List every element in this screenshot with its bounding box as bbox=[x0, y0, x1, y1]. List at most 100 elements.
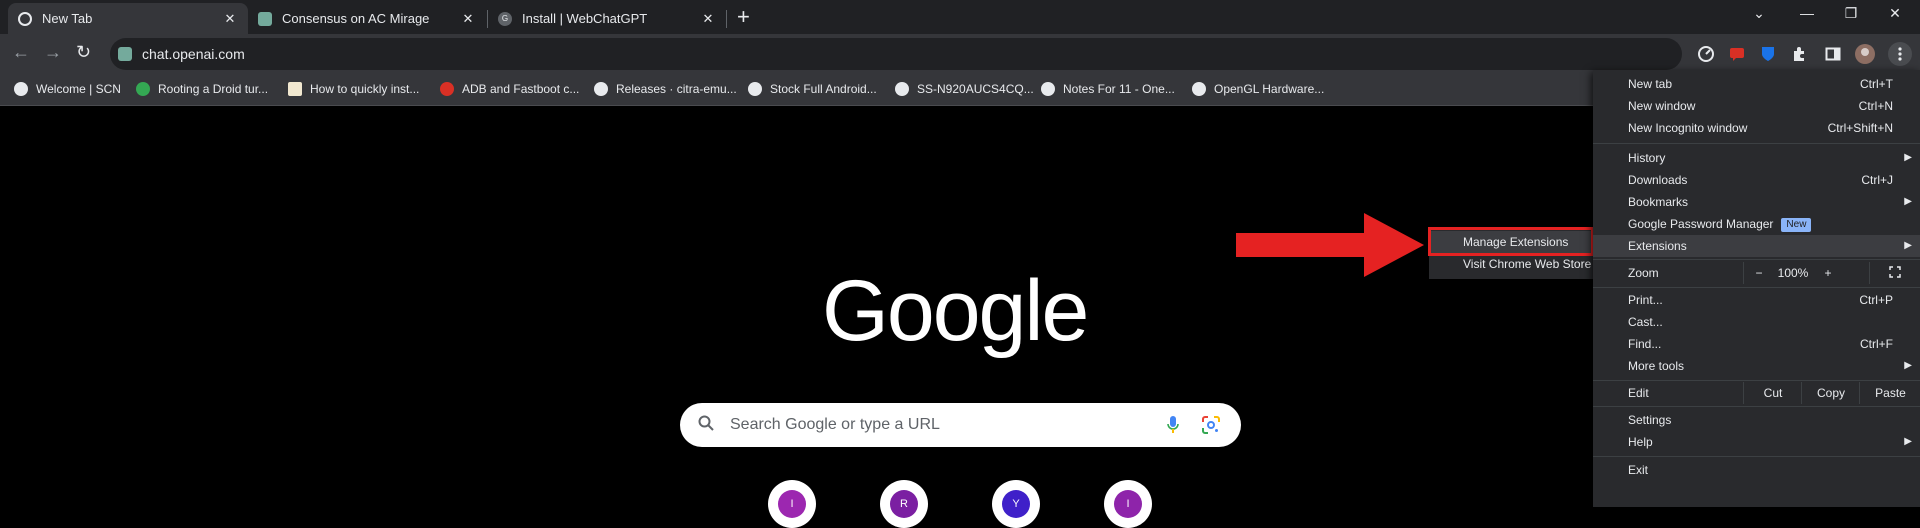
menu-item-password-manager[interactable]: Google Password Manager New bbox=[1593, 213, 1920, 235]
bookmark-item[interactable]: OpenGL Hardware... bbox=[1192, 82, 1324, 96]
menu-label: Extensions bbox=[1628, 239, 1687, 253]
tab-divider bbox=[726, 10, 727, 28]
toolbar: ← → ↻ chat.openai.com bbox=[0, 34, 1920, 75]
google-search-box[interactable] bbox=[680, 403, 1241, 447]
chrome-main-menu: New tab Ctrl+T New window Ctrl+N New Incog… bbox=[1593, 70, 1920, 507]
site-icon bbox=[118, 47, 132, 61]
menu-divider bbox=[1593, 456, 1920, 457]
tab-search-icon[interactable]: ⌄ bbox=[1744, 5, 1774, 22]
shortcut-tile[interactable]: R bbox=[880, 480, 928, 528]
reload-button[interactable]: ↻ bbox=[76, 43, 91, 61]
forward-button[interactable]: → bbox=[44, 43, 62, 61]
menu-label: Downloads bbox=[1628, 173, 1688, 187]
close-window-button[interactable]: ✕ bbox=[1880, 5, 1910, 22]
chrome-icon bbox=[18, 11, 32, 26]
menu-item-downloads[interactable]: Downloads Ctrl+J bbox=[1593, 169, 1920, 191]
tab-title: New Tab bbox=[42, 11, 93, 26]
address-bar[interactable]: chat.openai.com bbox=[110, 38, 1682, 70]
tab-install-webchatgpt[interactable]: G Install | WebChatGPT ✕ bbox=[488, 3, 726, 34]
globe-icon bbox=[895, 82, 909, 96]
chevron-right-icon: ▶ bbox=[1904, 196, 1912, 207]
shortcut-letter: Y bbox=[1002, 490, 1030, 518]
bookmark-label: SS-N920AUCS4CQ... bbox=[917, 82, 1034, 96]
new-tab-button[interactable]: + bbox=[737, 6, 750, 28]
close-icon[interactable]: ✕ bbox=[700, 11, 716, 27]
menu-item-bookmarks[interactable]: Bookmarks ▶ bbox=[1593, 191, 1920, 213]
side-panel-icon[interactable] bbox=[1823, 44, 1843, 64]
bookmark-item[interactable]: SS-N920AUCS4CQ... bbox=[895, 82, 1034, 96]
annotation-highlight-box bbox=[1428, 227, 1594, 256]
speed-icon[interactable] bbox=[1696, 44, 1716, 64]
bookmark-label: Notes For 11 - One... bbox=[1063, 82, 1175, 96]
close-icon[interactable]: ✕ bbox=[222, 11, 238, 27]
shortcut-letter: R bbox=[890, 490, 918, 518]
globe-icon bbox=[594, 82, 608, 96]
search-icon bbox=[698, 415, 714, 436]
menu-divider bbox=[1593, 406, 1920, 407]
menu-divider bbox=[1593, 380, 1920, 381]
bookmark-item[interactable]: Rooting a Droid tur... bbox=[136, 82, 268, 96]
menu-label: More tools bbox=[1628, 359, 1685, 373]
menu-label: Help bbox=[1628, 435, 1653, 449]
menu-item-edit: Edit Cut Copy Paste bbox=[1593, 382, 1920, 404]
close-icon[interactable]: ✕ bbox=[460, 11, 476, 27]
new-badge: New bbox=[1781, 218, 1812, 232]
chevron-right-icon: ▶ bbox=[1904, 152, 1912, 163]
tab-consensus[interactable]: Consensus on AC Mirage ✕ bbox=[248, 3, 486, 34]
restore-button[interactable]: ❐ bbox=[1836, 5, 1866, 22]
shortcut-tile[interactable]: I bbox=[768, 480, 816, 528]
menu-item-find[interactable]: Find... Ctrl+F bbox=[1593, 333, 1920, 355]
menu-item-settings[interactable]: Settings bbox=[1593, 409, 1920, 431]
bitwarden-icon[interactable] bbox=[1758, 44, 1778, 64]
globe-icon bbox=[1041, 82, 1055, 96]
menu-label: Cast... bbox=[1628, 315, 1663, 329]
bookmark-item[interactable]: How to quickly inst... bbox=[288, 82, 419, 96]
zoom-level: 100% bbox=[1777, 266, 1809, 280]
menu-item-history[interactable]: History ▶ bbox=[1593, 147, 1920, 169]
tab-new-tab[interactable]: New Tab ✕ bbox=[8, 3, 248, 34]
annotation-arrow-shaft bbox=[1236, 233, 1368, 257]
extensions-puzzle-icon[interactable] bbox=[1789, 44, 1809, 64]
microphone-icon[interactable] bbox=[1166, 415, 1180, 438]
bookmark-item[interactable]: Notes For 11 - One... bbox=[1041, 82, 1175, 96]
menu-item-exit[interactable]: Exit bbox=[1593, 459, 1920, 481]
profile-avatar[interactable] bbox=[1855, 44, 1875, 64]
menu-item-more-tools[interactable]: More tools ▶ bbox=[1593, 355, 1920, 377]
paste-button[interactable]: Paste bbox=[1859, 382, 1920, 404]
search-input[interactable] bbox=[728, 415, 1132, 435]
menu-item-new-window[interactable]: New window Ctrl+N bbox=[1593, 95, 1920, 117]
chevron-right-icon: ▶ bbox=[1904, 240, 1912, 251]
cut-button[interactable]: Cut bbox=[1743, 382, 1802, 404]
bookmark-item[interactable]: Welcome | SCN bbox=[14, 82, 121, 96]
menu-item-print[interactable]: Print... Ctrl+P bbox=[1593, 289, 1920, 311]
kebab-menu-icon[interactable] bbox=[1888, 42, 1912, 66]
menu-item-help[interactable]: Help ▶ bbox=[1593, 431, 1920, 453]
shortcut-tile[interactable]: Y bbox=[992, 480, 1040, 528]
zoom-out-button[interactable]: − bbox=[1743, 262, 1774, 284]
shortcut-tile[interactable]: I bbox=[1104, 480, 1152, 528]
feedback-extension-icon[interactable] bbox=[1727, 44, 1747, 64]
bookmark-item[interactable]: Releases · citra-emu... bbox=[594, 82, 737, 96]
tab-title: Install | WebChatGPT bbox=[522, 11, 648, 26]
menu-item-new-tab[interactable]: New tab Ctrl+T bbox=[1593, 73, 1920, 95]
minimize-button[interactable]: — bbox=[1792, 5, 1822, 21]
back-button[interactable]: ← bbox=[12, 43, 30, 61]
bookmark-item[interactable]: ADB and Fastboot c... bbox=[440, 82, 579, 96]
menu-label: Zoom bbox=[1628, 266, 1659, 280]
menu-item-cast[interactable]: Cast... bbox=[1593, 311, 1920, 333]
menu-item-incognito[interactable]: New Incognito window Ctrl+Shift+N bbox=[1593, 117, 1920, 139]
visit-web-store-item[interactable]: Visit Chrome Web Store bbox=[1429, 253, 1597, 275]
menu-label: New window bbox=[1628, 99, 1696, 113]
menu-label: Settings bbox=[1628, 413, 1672, 427]
fullscreen-icon[interactable] bbox=[1869, 262, 1920, 284]
menu-item-extensions[interactable]: Extensions ▶ bbox=[1593, 235, 1920, 257]
tab-strip: New Tab ✕ Consensus on AC Mirage ✕ G Ins… bbox=[0, 0, 1920, 34]
site-icon bbox=[136, 82, 150, 96]
google-lens-icon[interactable] bbox=[1201, 415, 1221, 438]
globe-icon bbox=[748, 82, 762, 96]
bookmark-item[interactable]: Stock Full Android... bbox=[748, 82, 877, 96]
copy-button[interactable]: Copy bbox=[1801, 382, 1860, 404]
url-text: chat.openai.com bbox=[142, 46, 245, 62]
zoom-in-button[interactable]: + bbox=[1813, 262, 1843, 284]
bookmark-label: ADB and Fastboot c... bbox=[462, 82, 580, 96]
